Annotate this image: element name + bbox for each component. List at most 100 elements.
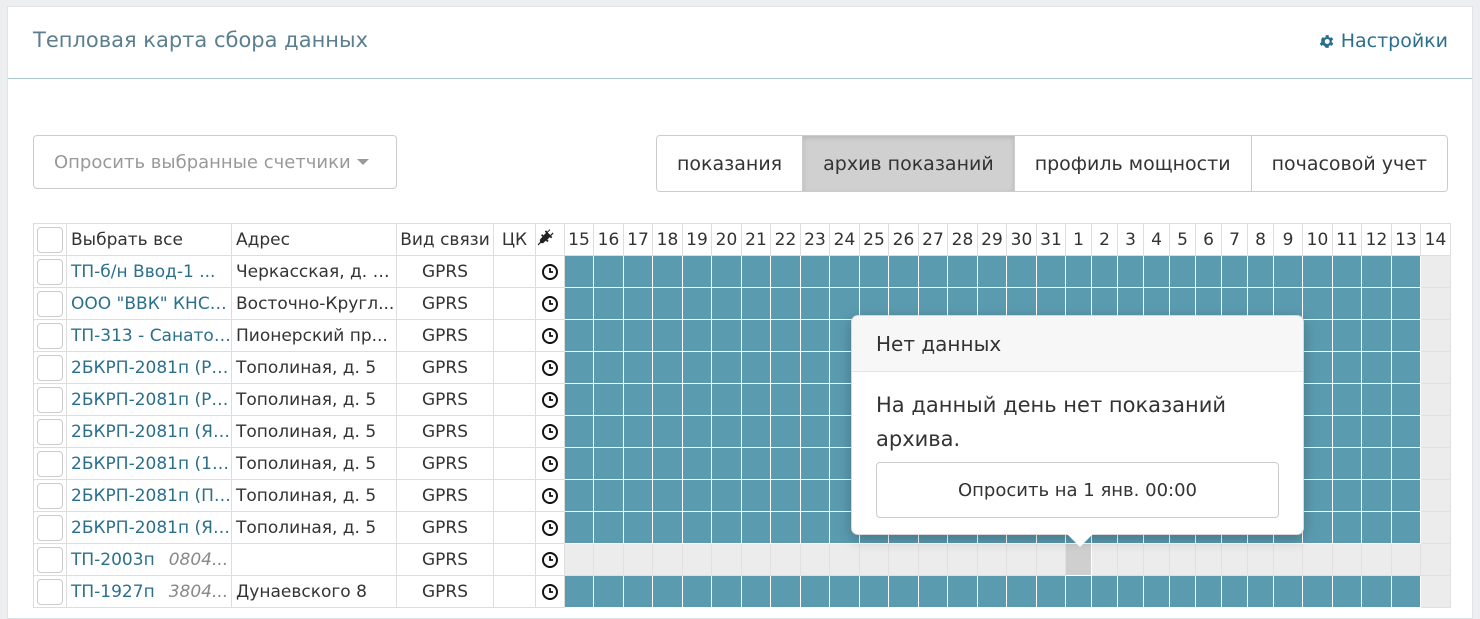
schedule-clock-cell[interactable] <box>535 415 565 448</box>
heat-cell[interactable] <box>1143 255 1170 288</box>
meter-name-cell[interactable]: 2БКРП-2081п (Р... <box>66 383 232 416</box>
heat-cell[interactable] <box>1273 255 1303 288</box>
clock-icon[interactable] <box>542 422 558 442</box>
heat-cell[interactable] <box>1302 351 1333 384</box>
heat-cell[interactable] <box>652 415 683 448</box>
heat-cell[interactable] <box>1091 543 1118 576</box>
meter-name-link[interactable]: 2БКРП-2081п (1... <box>71 454 229 474</box>
schedule-clock-cell[interactable] <box>535 383 565 416</box>
heat-cell[interactable] <box>1361 319 1392 352</box>
heat-cell[interactable] <box>564 511 594 544</box>
heat-cell[interactable] <box>711 575 742 608</box>
schedule-clock-cell[interactable] <box>535 543 565 576</box>
heat-cell[interactable] <box>623 255 653 288</box>
heat-cell[interactable] <box>1361 415 1392 448</box>
meter-name-cell[interactable]: 2БКРП-2081п (Я... <box>66 415 232 448</box>
heat-cell[interactable] <box>741 351 771 384</box>
heat-cell[interactable] <box>1195 575 1222 608</box>
heat-cell[interactable] <box>593 447 624 480</box>
heat-cell[interactable] <box>800 255 830 288</box>
heat-cell[interactable] <box>770 511 801 544</box>
meter-name-link[interactable]: ТП-1927п <box>71 582 155 602</box>
schedule-clock-cell[interactable] <box>535 255 565 288</box>
heat-cell[interactable] <box>652 319 683 352</box>
row-checkbox-cell[interactable] <box>33 287 67 320</box>
heat-cell[interactable] <box>623 383 653 416</box>
heat-cell[interactable] <box>1361 287 1392 320</box>
schedule-clock-cell[interactable] <box>535 319 565 352</box>
heat-cell[interactable] <box>741 511 771 544</box>
schedule-clock-cell[interactable] <box>535 351 565 384</box>
row-checkbox[interactable] <box>37 482 63 509</box>
heat-cell[interactable] <box>1391 511 1421 544</box>
heat-cell[interactable] <box>1302 511 1333 544</box>
heat-cell[interactable] <box>623 511 653 544</box>
heat-cell[interactable] <box>947 543 978 576</box>
row-checkbox[interactable] <box>37 354 63 381</box>
heat-cell[interactable] <box>1332 319 1362 352</box>
row-checkbox-cell[interactable] <box>33 351 67 384</box>
row-checkbox[interactable] <box>37 450 63 477</box>
heat-cell[interactable] <box>741 287 771 320</box>
heat-cell[interactable] <box>652 575 683 608</box>
heat-cell[interactable] <box>1391 287 1421 320</box>
heat-cell[interactable] <box>682 287 712 320</box>
heat-cell[interactable] <box>711 479 742 512</box>
schedule-clock-cell[interactable] <box>535 511 565 544</box>
row-checkbox[interactable] <box>37 418 63 445</box>
heat-cell[interactable] <box>1302 447 1333 480</box>
heat-cell[interactable] <box>1117 543 1144 576</box>
heat-cell[interactable] <box>1332 447 1362 480</box>
tab-3[interactable]: почасовой учет <box>1251 136 1447 191</box>
heat-cell[interactable] <box>1273 543 1303 576</box>
meter-name-cell[interactable]: ООО "ВВК" КНС ... <box>66 287 232 320</box>
heat-cell[interactable] <box>1391 447 1421 480</box>
heat-cell[interactable] <box>1065 255 1092 288</box>
heat-cell[interactable] <box>1420 383 1451 416</box>
poll-selected-meters-button[interactable]: Опросить выбранные счетчики <box>33 135 397 189</box>
heat-cell[interactable] <box>918 543 948 576</box>
heat-cell[interactable] <box>564 575 594 608</box>
heat-cell[interactable] <box>1302 479 1333 512</box>
settings-link[interactable]: Настройки <box>1318 30 1448 52</box>
heat-cell[interactable] <box>1065 543 1092 576</box>
heat-cell[interactable] <box>623 351 653 384</box>
clock-icon[interactable] <box>542 262 558 282</box>
heat-cell[interactable] <box>1195 543 1222 576</box>
heat-cell[interactable] <box>947 255 978 288</box>
heat-cell[interactable] <box>652 511 683 544</box>
heat-cell[interactable] <box>741 415 771 448</box>
heat-cell[interactable] <box>1420 575 1451 608</box>
heat-cell[interactable] <box>770 319 801 352</box>
heat-cell[interactable] <box>1420 447 1451 480</box>
heat-cell[interactable] <box>770 383 801 416</box>
heat-cell[interactable] <box>977 543 1007 576</box>
heat-cell[interactable] <box>711 415 742 448</box>
heat-cell[interactable] <box>1302 543 1333 576</box>
heat-cell[interactable] <box>1117 255 1144 288</box>
heat-cell[interactable] <box>623 319 653 352</box>
row-checkbox-cell[interactable] <box>33 447 67 480</box>
heat-cell[interactable] <box>564 351 594 384</box>
row-checkbox-cell[interactable] <box>33 383 67 416</box>
heat-cell[interactable] <box>1361 575 1392 608</box>
clock-icon[interactable] <box>542 486 558 506</box>
heat-cell[interactable] <box>1391 479 1421 512</box>
heat-cell[interactable] <box>829 255 860 288</box>
heat-cell[interactable] <box>1195 255 1222 288</box>
heat-cell[interactable] <box>770 479 801 512</box>
heat-cell[interactable] <box>593 287 624 320</box>
heat-cell[interactable] <box>741 255 771 288</box>
heat-cell[interactable] <box>800 511 830 544</box>
heat-cell[interactable] <box>1302 575 1333 608</box>
meter-name-cell[interactable]: ТП-313 - Санато... <box>66 319 232 352</box>
tab-0[interactable]: показания <box>657 136 804 191</box>
heat-cell[interactable] <box>593 255 624 288</box>
heat-cell[interactable] <box>1247 543 1274 576</box>
heat-cell[interactable] <box>741 383 771 416</box>
heat-cell[interactable] <box>682 447 712 480</box>
heat-cell[interactable] <box>682 351 712 384</box>
heat-cell[interactable] <box>1332 415 1362 448</box>
meter-name-cell[interactable]: 2БКРП-2081п (П... <box>66 479 232 512</box>
heat-cell[interactable] <box>1391 351 1421 384</box>
